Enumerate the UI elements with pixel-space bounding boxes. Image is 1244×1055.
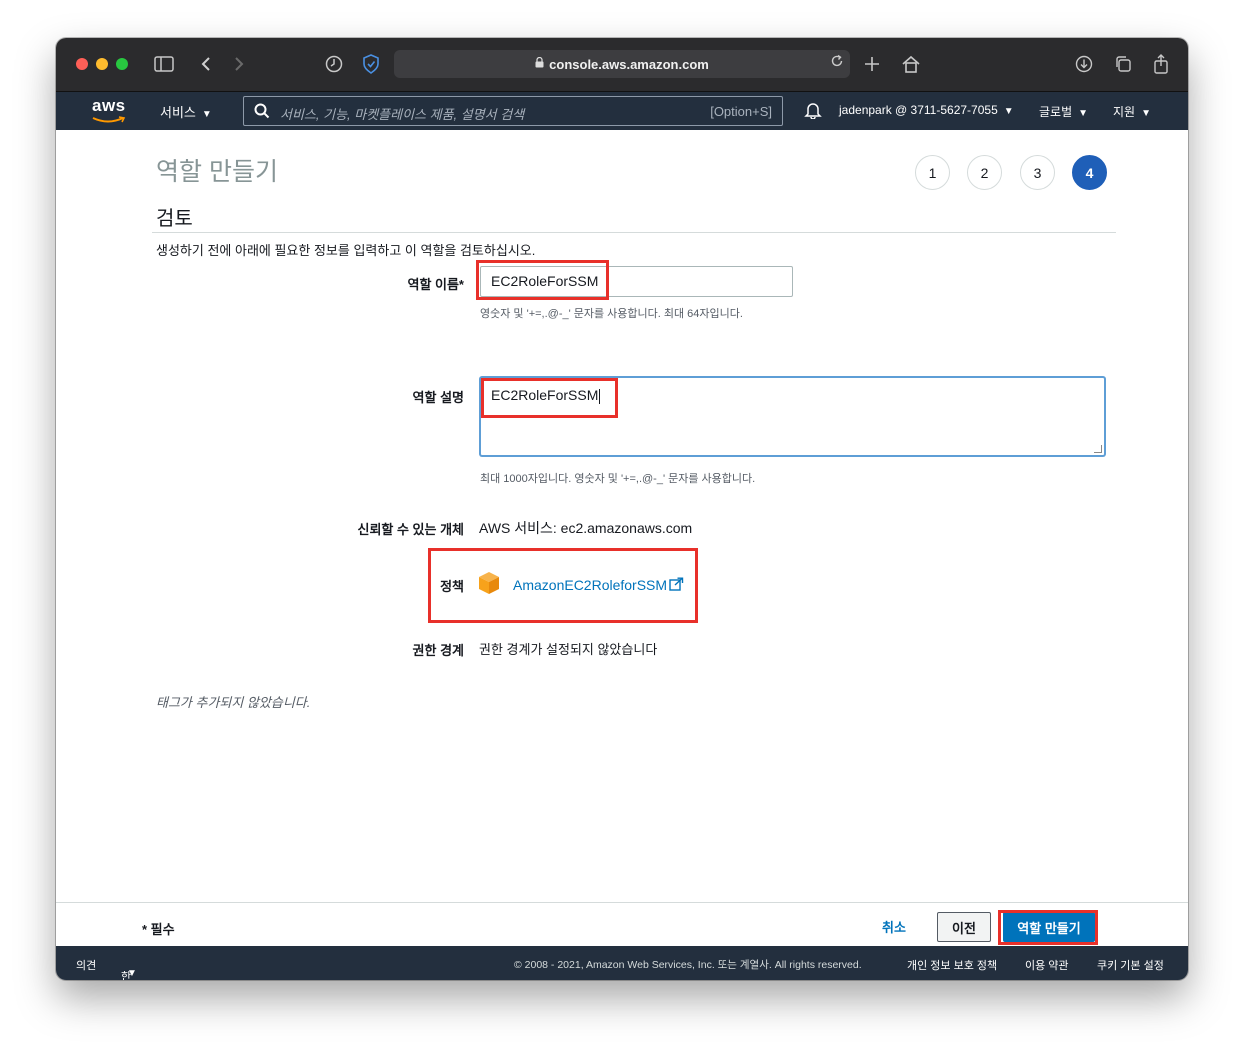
privacy-policy-link[interactable]: 개인 정보 보호 정책 (907, 957, 997, 973)
text-cursor (599, 388, 601, 404)
notifications-bell-icon[interactable] (804, 101, 822, 124)
caret-down-icon: ▼ (1141, 108, 1151, 119)
policy-link[interactable]: AmazonEC2RoleforSSM (513, 577, 667, 593)
copyright-text: © 2008 - 2021, Amazon Web Services, Inc.… (514, 959, 862, 971)
trusted-entity-label: 신뢰할 수 있는 개체 (357, 522, 464, 537)
history-icon[interactable] (322, 52, 346, 76)
caret-down-icon: ▼ (1003, 106, 1014, 117)
address-bar[interactable]: console.aws.amazon.com (394, 50, 850, 78)
terms-link[interactable]: 이용 약관 (1025, 957, 1069, 973)
home-icon[interactable] (899, 52, 923, 76)
action-bar: * 필수 취소 이전 역할 만들기 (56, 902, 1188, 946)
global-search-input[interactable]: 서비스, 기능, 마켓플레이스 제품, 설명서 검색 [Option+S] (243, 96, 783, 126)
policy-box-icon (478, 571, 500, 600)
permissions-boundary-value: 권한 경계가 설정되지 않았습니다 (479, 642, 658, 657)
search-shortcut: [Option+S] (710, 104, 772, 119)
role-description-label: 역할 설명 (412, 390, 464, 405)
minimize-window-button[interactable] (96, 58, 108, 70)
browser-toolbar: console.aws.amazon.com (56, 38, 1188, 92)
step-2[interactable]: 2 (967, 155, 1002, 190)
services-menu[interactable]: 서비스 ▼ (160, 102, 212, 121)
role-name-label: 역할 이름* (407, 277, 464, 292)
create-role-button[interactable]: 역할 만들기 (1003, 912, 1095, 942)
step-4-active: 4 (1072, 155, 1107, 190)
caret-down-icon: ▼ (1078, 108, 1089, 119)
downloads-icon[interactable] (1072, 52, 1096, 76)
resize-handle-icon[interactable] (1094, 445, 1102, 453)
account-menu[interactable]: jadenpark @ 3711-5627-7055 ▼ (839, 103, 1014, 117)
feedback-link[interactable]: 의견 (76, 957, 96, 973)
caret-down-icon: ▼ (201, 109, 212, 120)
close-window-button[interactable] (76, 58, 88, 70)
step-1[interactable]: 1 (915, 155, 950, 190)
trusted-entity-value: AWS 서비스: ec2.amazonaws.com (479, 520, 693, 536)
aws-top-nav: aws 서비스 ▼ 서비스, 기능, 마켓플레이스 제품, 설명서 검색 [Opt… (56, 92, 1188, 130)
reload-icon[interactable] (830, 54, 844, 72)
policy-label: 정책 (440, 579, 464, 594)
aws-smile-icon (92, 116, 126, 123)
footer: 의견 한국어▼ © 2008 - 2021, Amazon Web Servic… (56, 946, 1188, 980)
intro-text: 생성하기 전에 아래에 필요한 정보를 입력하고 이 역할을 검토하십시오. (156, 243, 536, 258)
required-note: * 필수 (142, 922, 175, 937)
main-content: 역할 만들기 1 2 3 4 검토 생성하기 전에 아래에 필요한 정보를 입력… (56, 130, 1188, 902)
role-description-value: EC2RoleForSSM (491, 387, 599, 403)
role-description-textarea[interactable]: EC2RoleForSSM (480, 377, 1105, 456)
role-name-hint: 영숫자 및 '+=,.@-_' 문자를 사용합니다. 최대 64자입니다. (480, 308, 743, 320)
url-text: console.aws.amazon.com (549, 56, 709, 72)
search-icon (254, 103, 270, 124)
browser-window: console.aws.amazon.com aws 서비스 ▼ 서비스, 기능… (56, 38, 1188, 980)
cookie-preferences-link[interactable]: 쿠키 기본 설정 (1097, 957, 1164, 973)
role-description-hint: 최대 1000자입니다. 영숫자 및 '+=,.@-_' 문자를 사용합니다. (480, 473, 756, 485)
tags-note: 태그가 추가되지 않았습니다. (156, 695, 311, 710)
privacy-shield-icon[interactable] (359, 52, 383, 76)
zoom-window-button[interactable] (116, 58, 128, 70)
back-icon[interactable] (194, 52, 218, 76)
sidebar-toggle-icon[interactable] (152, 52, 176, 76)
section-title: 검토 (156, 208, 193, 230)
caret-down-icon: ▼ (127, 968, 137, 979)
search-placeholder: 서비스, 기능, 마켓플레이스 제품, 설명서 검색 (280, 107, 525, 122)
new-tab-icon[interactable] (860, 52, 884, 76)
page-title: 역할 만들기 (156, 158, 278, 186)
permissions-boundary-label: 권한 경계 (412, 643, 464, 658)
support-menu[interactable]: 지원 ▼ (1113, 103, 1151, 120)
previous-button[interactable]: 이전 (937, 912, 991, 942)
role-name-input[interactable]: EC2RoleForSSM (480, 266, 793, 297)
forward-icon[interactable] (227, 52, 251, 76)
external-link-icon[interactable] (669, 577, 684, 597)
tabs-overview-icon[interactable] (1111, 52, 1135, 76)
section-divider (152, 232, 1116, 233)
share-icon[interactable] (1149, 52, 1173, 76)
lock-icon (535, 56, 544, 71)
region-menu[interactable]: 글로벌 ▼ (1039, 103, 1088, 120)
aws-logo[interactable]: aws (92, 96, 126, 123)
cancel-button[interactable]: 취소 (882, 917, 906, 936)
step-3[interactable]: 3 (1020, 155, 1055, 190)
